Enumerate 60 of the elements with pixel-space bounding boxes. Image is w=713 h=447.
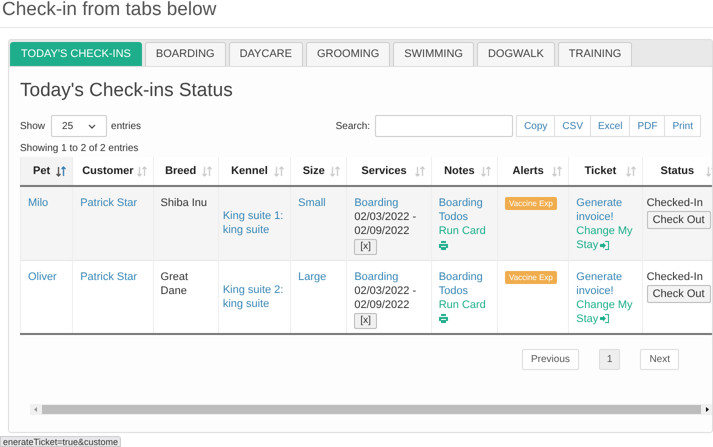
pet-link[interactable]: Milo [28, 197, 48, 209]
date-text: 02/03/2022 - [354, 284, 418, 298]
service-link[interactable]: Boarding [354, 196, 424, 210]
check-out-button[interactable]: Check Out [646, 284, 711, 302]
column-header[interactable]: Customer [72, 157, 154, 186]
alert-badge: Vaccine Exp [504, 197, 557, 210]
breed-text: Great Dane [160, 270, 188, 296]
tab[interactable]: TRAINING [558, 42, 632, 66]
entries-select[interactable]: 25 [51, 115, 108, 137]
column-header[interactable]: Status [642, 157, 712, 186]
table-info: Showing 1 to 2 of 2 entries [20, 143, 140, 155]
export-button[interactable]: Copy [516, 115, 556, 137]
next-button[interactable]: Next [640, 349, 679, 370]
entries-label: entries [111, 120, 142, 134]
status-bar-url: enerateTicket=true&custome [0, 436, 121, 447]
date-text: 02/03/2022 - [354, 210, 418, 224]
search-label: Search: [336, 120, 370, 134]
check-out-button[interactable]: Check Out [646, 211, 711, 229]
kennel-link[interactable]: King suite 2: king suite [222, 282, 286, 310]
remove-service-button[interactable]: [x] [354, 239, 377, 255]
remove-service-button[interactable]: [x] [354, 312, 377, 328]
alert-badge: Vaccine Exp [504, 270, 557, 284]
service-link[interactable]: Boarding [354, 270, 424, 284]
column-header[interactable]: Ticket [568, 157, 642, 186]
tab[interactable]: DAYCARE [228, 42, 303, 66]
size-link[interactable]: Large [298, 270, 326, 282]
breed-text: Shiba Inu [160, 197, 208, 209]
column-header[interactable]: Kennel [218, 157, 291, 186]
todos-link[interactable]: Boarding Todos [438, 270, 490, 298]
todos-link[interactable]: Boarding Todos [438, 196, 490, 224]
status-text: Checked-In [646, 196, 704, 210]
tab[interactable]: BOARDING [144, 42, 226, 66]
customer-link[interactable]: Patrick Star [80, 197, 138, 209]
customer-link[interactable]: Patrick Star [80, 270, 138, 282]
size-link[interactable]: Small [298, 197, 326, 209]
column-header[interactable]: Alerts [497, 157, 569, 186]
tab[interactable]: DOGWALK [476, 42, 555, 66]
kennel-link[interactable]: King suite 1: king suite [222, 209, 286, 237]
date-text: 02/09/2022 [354, 298, 410, 312]
page-button[interactable]: 1 [598, 349, 620, 370]
show-label: Show [20, 120, 46, 134]
column-header[interactable]: Services [346, 157, 432, 186]
date-text: 02/09/2022 [354, 224, 410, 238]
panel-title: Today's Check-ins Status [20, 79, 234, 103]
previous-button[interactable]: Previous [522, 349, 579, 370]
export-button[interactable]: CSV [554, 115, 591, 137]
tab[interactable]: SWIMMING [393, 42, 474, 66]
tab[interactable]: GROOMING [306, 42, 390, 66]
column-header[interactable]: Breed [153, 157, 218, 186]
page-heading: Check-in from tabs below [2, 0, 216, 20]
export-button[interactable]: Excel [590, 115, 630, 137]
invoice-link[interactable]: Generate invoice! [576, 196, 635, 224]
pet-link[interactable]: Oliver [28, 270, 57, 282]
invoice-link[interactable]: Generate invoice! [576, 270, 635, 298]
export-button[interactable]: Print [664, 115, 701, 137]
column-header[interactable]: Notes [431, 157, 498, 186]
status-text: Checked-In [646, 270, 704, 284]
column-header[interactable]: Size [290, 157, 347, 186]
column-header[interactable]: Pet [20, 157, 73, 186]
export-button[interactable]: PDF [629, 115, 666, 137]
